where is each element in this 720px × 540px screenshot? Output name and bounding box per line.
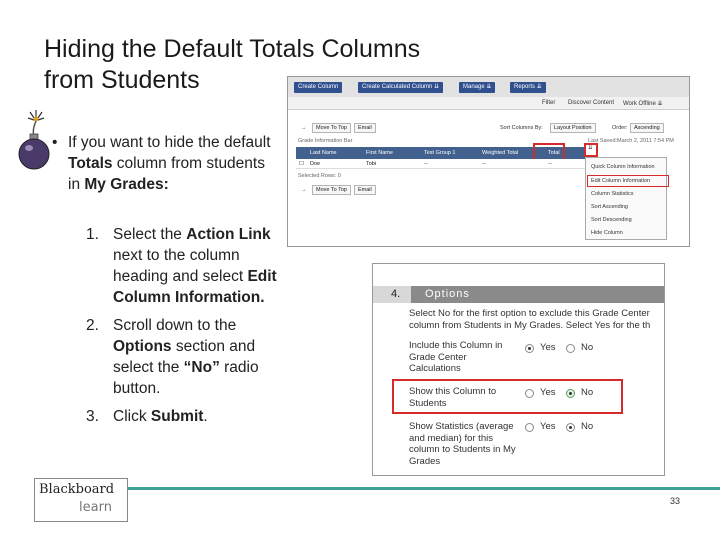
row-total: -- xyxy=(548,161,552,167)
reports-button[interactable]: Reports ⇊ xyxy=(510,82,546,93)
options-description: Select No for the first option to exclud… xyxy=(409,308,651,331)
stats-yes-label: Yes xyxy=(540,421,556,432)
col-first-name[interactable]: First Name xyxy=(366,150,393,156)
col-weighted-total[interactable]: Weighted Total xyxy=(482,150,518,156)
option-show-statistics: Show Statistics (average and median) for … xyxy=(409,421,516,467)
filter-link[interactable]: Filter xyxy=(542,100,555,106)
bullet-marker: • xyxy=(52,134,58,151)
email-button-bottom[interactable]: Email xyxy=(354,185,376,195)
blackboard-logo: Blackboard learn xyxy=(34,478,128,522)
bullet-paragraph: • If you want to hide the default Totals… xyxy=(52,132,272,195)
step-1: 1. Select the Action Link next to the col… xyxy=(86,226,277,306)
options-header: 4. Options xyxy=(373,286,664,303)
stats-yes-radio[interactable] xyxy=(525,423,534,432)
steps-list: 1. Select the Action Link next to the col… xyxy=(86,224,286,434)
include-yes-radio[interactable] xyxy=(525,344,534,353)
edit-column-highlight xyxy=(587,175,669,187)
step-3: 3. Click Submit. xyxy=(86,408,208,425)
discover-content-link[interactable]: Discover Content xyxy=(568,100,614,106)
action-link-icon[interactable]: ⇊ xyxy=(588,145,593,151)
row-first-name: Tobi xyxy=(366,161,377,167)
section-number: 4. xyxy=(373,286,411,303)
logo-blackboard-text: Blackboard xyxy=(39,482,115,497)
show-to-students-highlight xyxy=(392,379,623,414)
page-number: 33 xyxy=(670,496,681,506)
menu-hide-column[interactable]: Hide Column xyxy=(591,230,623,236)
arrow-icon: → xyxy=(301,125,307,131)
section-title: Options xyxy=(425,288,470,300)
col-test-group[interactable]: Test Group 1 xyxy=(424,150,456,156)
row-checkbox[interactable]: ☐ xyxy=(299,161,304,167)
menu-quick-column-info[interactable]: Quick Column Information xyxy=(591,164,655,170)
manage-button[interactable]: Manage ⇊ xyxy=(459,82,496,93)
row-test-group: -- xyxy=(424,161,428,167)
slide-title-line1: Hiding the Default Totals Columns xyxy=(44,35,421,63)
layout-position-select[interactable]: Layout Position xyxy=(550,123,596,133)
secondary-toolbar: Filter Discover Content Work Offline ⇊ xyxy=(288,97,689,110)
menu-sort-ascending[interactable]: Sort Ascending xyxy=(591,204,628,210)
footer-line xyxy=(124,487,720,490)
order-label: Order: xyxy=(612,125,628,131)
grade-center-toolbar: Create Column Create Calculated Column ⇊… xyxy=(288,77,689,97)
col-last-name[interactable]: Last Name xyxy=(310,150,337,156)
ascending-select[interactable]: Ascending xyxy=(630,123,664,133)
move-to-top-button-bottom[interactable]: Move To Top xyxy=(312,185,351,195)
create-column-button[interactable]: Create Column xyxy=(294,82,343,93)
menu-column-statistics[interactable]: Column Statistics xyxy=(591,191,634,197)
step-2: 2. Scroll down to the Options section and… xyxy=(86,317,259,397)
row-last-name: Doe xyxy=(310,161,321,167)
include-no-radio[interactable] xyxy=(566,344,575,353)
stats-no-radio[interactable] xyxy=(566,423,575,432)
arrow-icon-bottom: → xyxy=(301,187,307,193)
grade-center-screenshot: Create Column Create Calculated Column ⇊… xyxy=(287,76,690,247)
selected-rows-text: Selected Rows: 0 xyxy=(298,173,341,179)
include-no-label: No xyxy=(581,342,594,353)
logo-learn-text: learn xyxy=(79,500,112,515)
table-row: ☐ Doe Tobi -- -- -- xyxy=(296,159,586,169)
email-button[interactable]: Email xyxy=(354,123,376,133)
grade-info-bar: Grade Information Bar xyxy=(298,138,353,144)
options-screenshot: 4. Options Select No for the first optio… xyxy=(372,263,665,476)
bomb-icon xyxy=(18,110,50,170)
include-yes-label: Yes xyxy=(540,342,556,353)
last-saved-text: Last Saved:March 2, 2011 7:54 PM xyxy=(588,138,674,144)
sort-columns-label: Sort Columns By: xyxy=(500,125,543,131)
row-weighted-total: -- xyxy=(482,161,486,167)
option-include-calculations: Include this Column in Grade Center Calcul… xyxy=(409,340,503,374)
move-to-top-button[interactable]: Move To Top xyxy=(312,123,351,133)
create-calculated-column-button[interactable]: Create Calculated Column ⇊ xyxy=(358,82,444,93)
stats-no-label: No xyxy=(581,421,594,432)
action-link-menu: Quick Column Information Edit Column Inf… xyxy=(585,157,667,240)
work-offline-link[interactable]: Work Offline ⇊ xyxy=(623,100,662,107)
bullet-text: If you want to hide the default Totals c… xyxy=(68,134,271,193)
menu-sort-descending[interactable]: Sort Descending xyxy=(591,217,632,223)
